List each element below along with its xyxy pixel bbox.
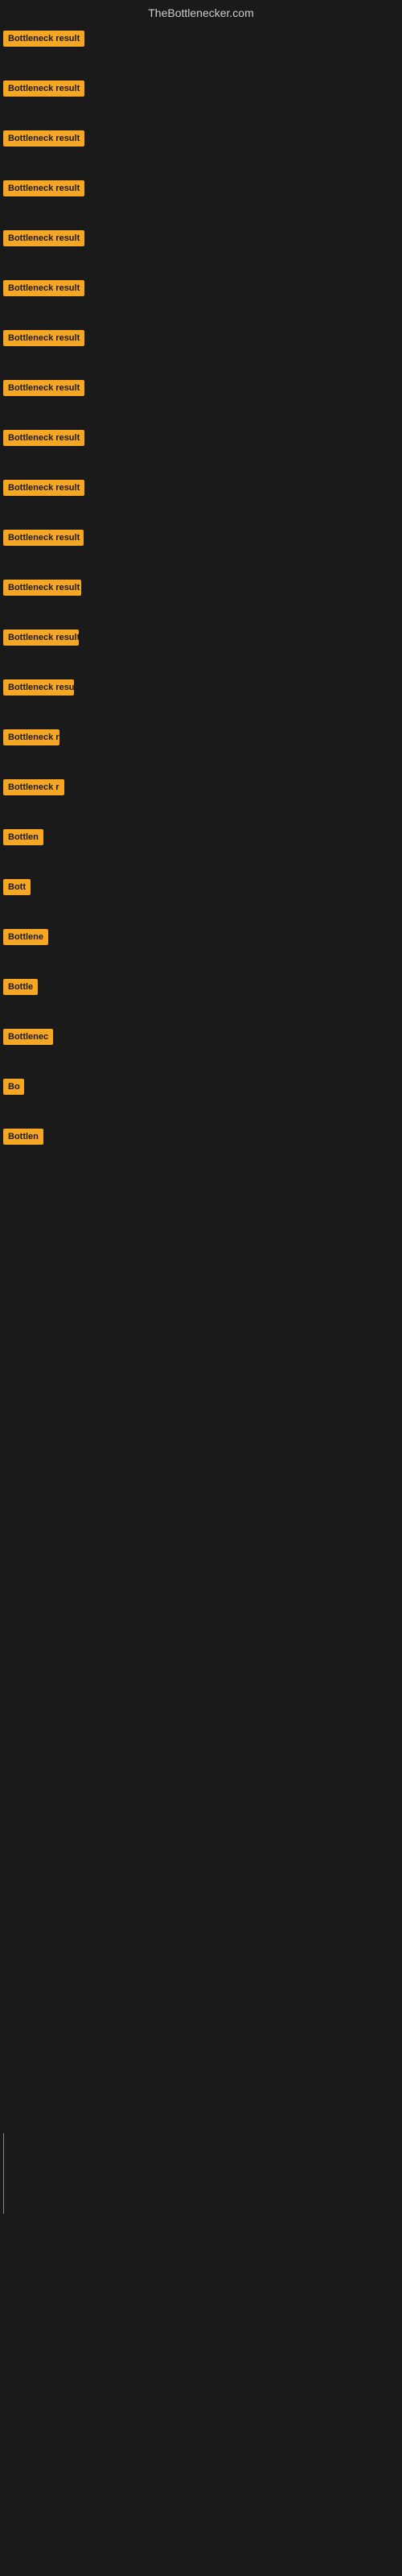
bottleneck-row-21: Bottlenec bbox=[3, 1029, 399, 1045]
bottleneck-badge-21: Bottlenec bbox=[3, 1029, 53, 1045]
spacer-18 bbox=[0, 900, 402, 924]
bottleneck-row-11: Bottleneck result bbox=[3, 530, 399, 546]
spacer-14 bbox=[0, 700, 402, 724]
spacer-2 bbox=[0, 101, 402, 126]
bottleneck-row-19: Bottlene bbox=[3, 929, 399, 945]
bottleneck-badge-14: Bottleneck result bbox=[3, 679, 74, 696]
bottleneck-badge-7: Bottleneck result bbox=[3, 330, 84, 346]
bottleneck-badge-11: Bottleneck result bbox=[3, 530, 84, 546]
bottleneck-badge-8: Bottleneck result bbox=[3, 380, 84, 396]
spacer-9 bbox=[0, 451, 402, 475]
bottleneck-row-1: Bottleneck result bbox=[3, 31, 399, 47]
bottleneck-badge-9: Bottleneck result bbox=[3, 430, 84, 446]
bottleneck-badge-20: Bottle bbox=[3, 979, 38, 995]
bottleneck-row-2: Bottleneck result bbox=[3, 80, 399, 97]
bottleneck-badge-13: Bottleneck result bbox=[3, 630, 79, 646]
spacer-5 bbox=[0, 251, 402, 275]
bottleneck-badge-22: Bo bbox=[3, 1079, 24, 1095]
spacer-1 bbox=[0, 52, 402, 76]
spacer-22 bbox=[0, 1100, 402, 1124]
bottleneck-row-16: Bottleneck r bbox=[3, 779, 399, 795]
spacer-3 bbox=[0, 151, 402, 175]
bottleneck-row-22: Bo bbox=[3, 1079, 399, 1095]
spacer-12 bbox=[0, 601, 402, 625]
bottleneck-row-4: Bottleneck result bbox=[3, 180, 399, 196]
bottleneck-row-9: Bottleneck result bbox=[3, 430, 399, 446]
spacer-21 bbox=[0, 1050, 402, 1074]
bottleneck-badge-3: Bottleneck result bbox=[3, 130, 84, 147]
chart-area: Bottleneck result Bottleneck result Bottle… bbox=[0, 31, 402, 1174]
bottleneck-row-14: Bottleneck result bbox=[3, 679, 399, 696]
bottleneck-badge-6: Bottleneck result bbox=[3, 280, 84, 296]
spacer-7 bbox=[0, 351, 402, 375]
bottleneck-badge-23: Bottlen bbox=[3, 1129, 43, 1145]
bottleneck-row-13: Bottleneck result bbox=[3, 630, 399, 646]
bottleneck-row-10: Bottleneck result bbox=[3, 480, 399, 496]
bottleneck-badge-10: Bottleneck result bbox=[3, 480, 84, 496]
spacer-17 bbox=[0, 850, 402, 874]
bottleneck-row-6: Bottleneck result bbox=[3, 280, 399, 296]
spacer-6 bbox=[0, 301, 402, 325]
bottleneck-badge-19: Bottlene bbox=[3, 929, 48, 945]
spacer-4 bbox=[0, 201, 402, 225]
bottleneck-row-17: Bottlen bbox=[3, 829, 399, 845]
vertical-line-indicator bbox=[3, 2133, 4, 2214]
spacer-13 bbox=[0, 650, 402, 675]
bottleneck-badge-15: Bottleneck re bbox=[3, 729, 59, 745]
spacer-20 bbox=[0, 1000, 402, 1024]
spacer-23 bbox=[0, 1150, 402, 1174]
spacer-16 bbox=[0, 800, 402, 824]
bottleneck-badge-17: Bottlen bbox=[3, 829, 43, 845]
bottleneck-badge-4: Bottleneck result bbox=[3, 180, 84, 196]
spacer-10 bbox=[0, 501, 402, 525]
bottleneck-row-18: Bott bbox=[3, 879, 399, 895]
bottleneck-badge-1: Bottleneck result bbox=[3, 31, 84, 47]
spacer-11 bbox=[0, 551, 402, 575]
bottleneck-badge-18: Bott bbox=[3, 879, 31, 895]
spacer-8 bbox=[0, 401, 402, 425]
spacer-19 bbox=[0, 950, 402, 974]
bottleneck-row-12: Bottleneck result bbox=[3, 580, 399, 596]
bottleneck-row-20: Bottle bbox=[3, 979, 399, 995]
bottleneck-badge-5: Bottleneck result bbox=[3, 230, 84, 246]
bottleneck-row-8: Bottleneck result bbox=[3, 380, 399, 396]
bottleneck-row-23: Bottlen bbox=[3, 1129, 399, 1145]
spacer-15 bbox=[0, 750, 402, 774]
bottleneck-badge-16: Bottleneck r bbox=[3, 779, 64, 795]
bottleneck-row-3: Bottleneck result bbox=[3, 130, 399, 147]
bottleneck-badge-2: Bottleneck result bbox=[3, 80, 84, 97]
bottleneck-badge-12: Bottleneck result bbox=[3, 580, 81, 596]
bottleneck-row-15: Bottleneck re bbox=[3, 729, 399, 745]
site-title: TheBottlenecker.com bbox=[0, 0, 402, 23]
bottleneck-row-5: Bottleneck result bbox=[3, 230, 399, 246]
bottleneck-row-7: Bottleneck result bbox=[3, 330, 399, 346]
